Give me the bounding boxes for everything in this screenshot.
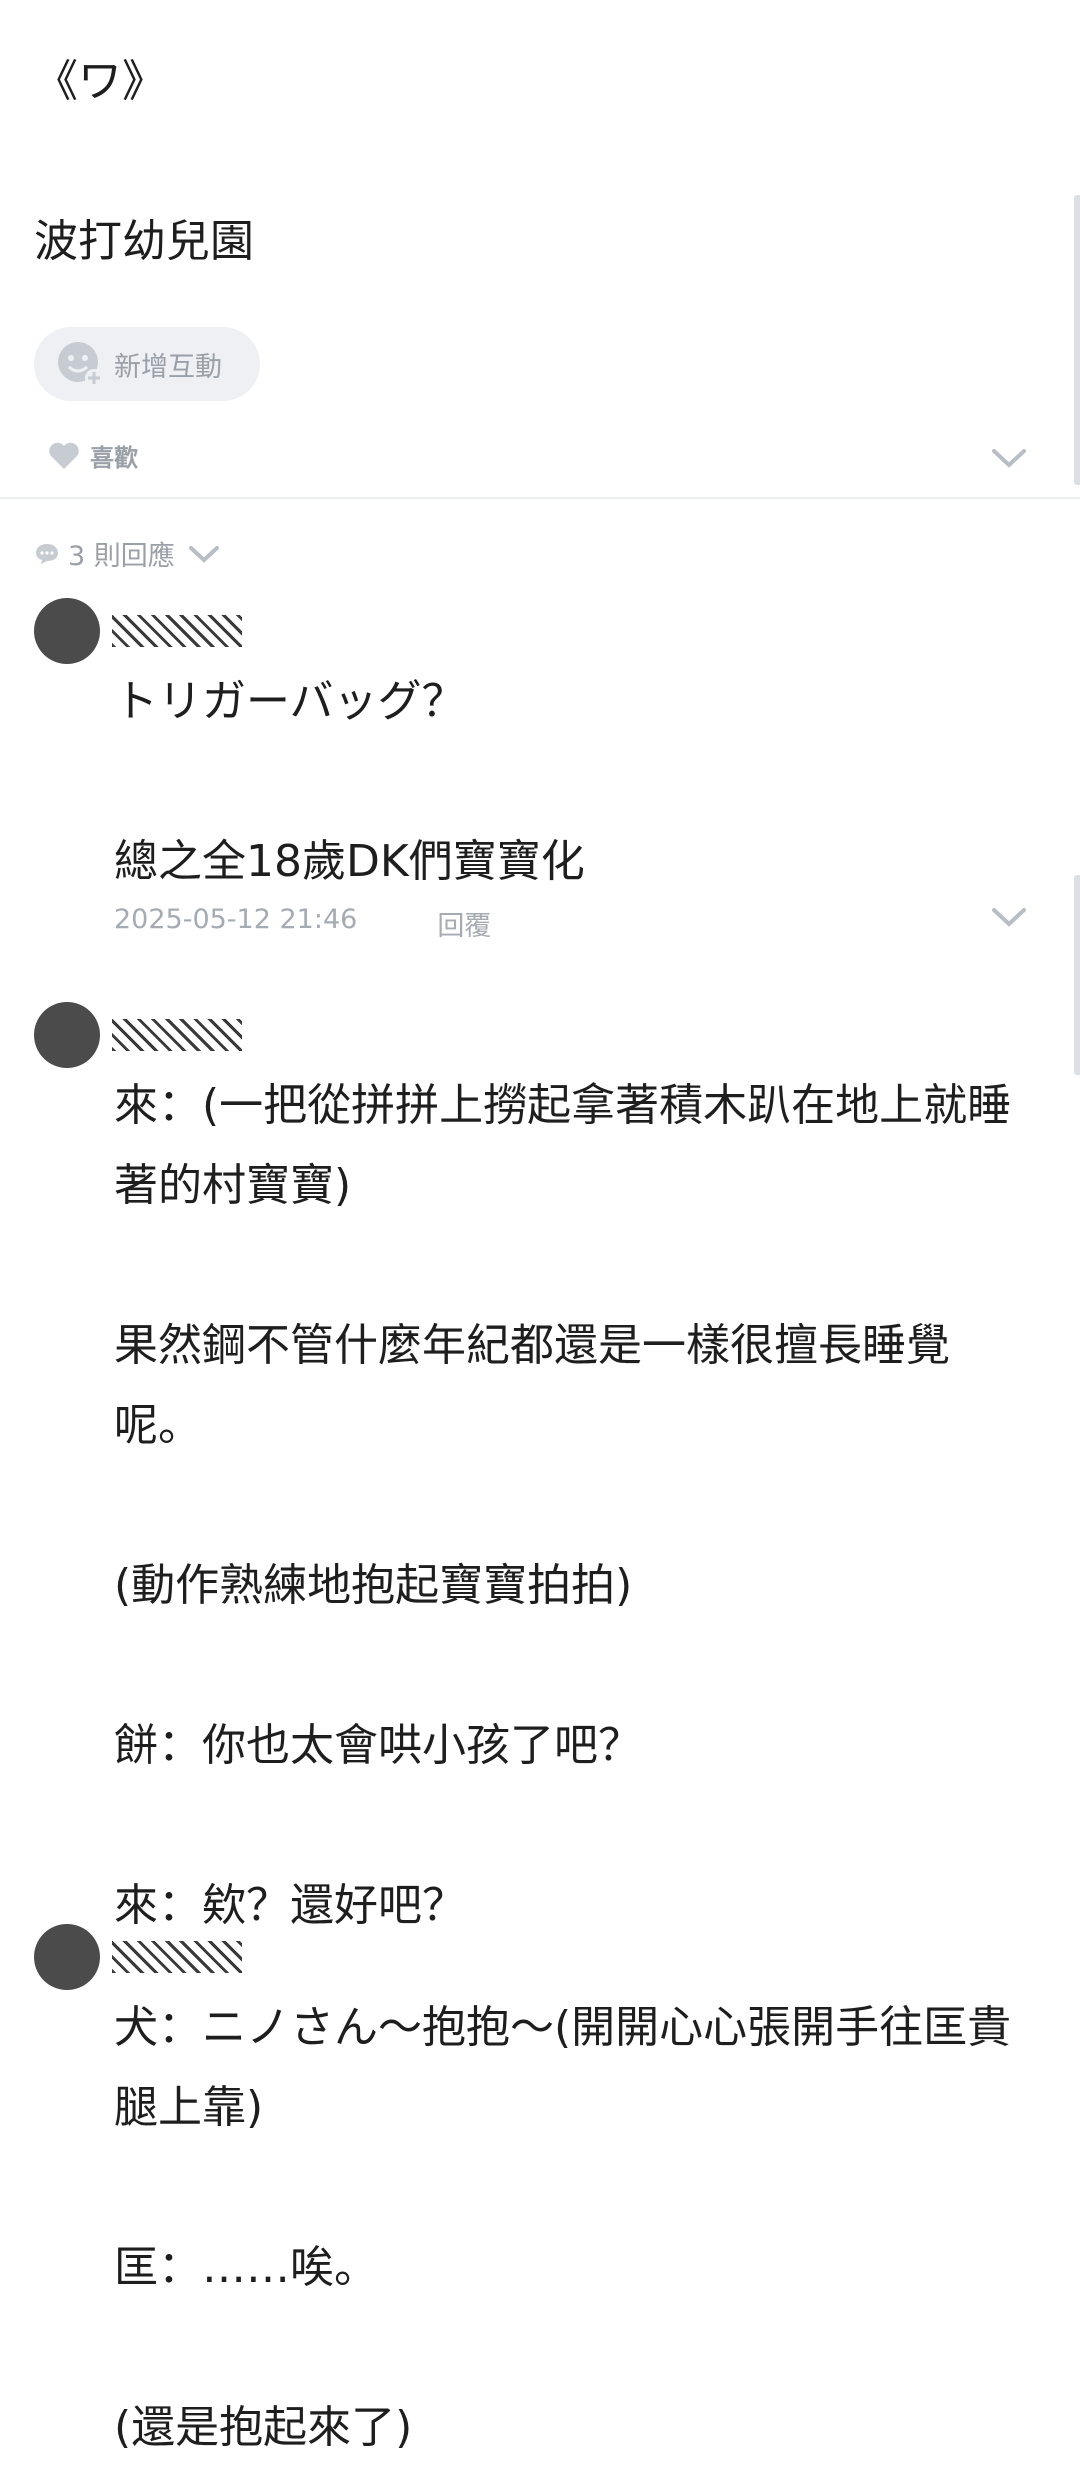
smiley-add-icon (58, 342, 103, 387)
avatar[interactable] (34, 1002, 100, 1068)
scroll-indicator[interactable] (1074, 875, 1080, 1075)
commenter-name[interactable] (112, 1941, 242, 1973)
comment-body: 來：(一把從拼拼上撈起拿著積木趴在地上就睡著的村寶寶) 果然鋼不管什麼年紀都還是… (114, 1080, 1012, 1931)
chevron-down-icon (188, 545, 219, 563)
add-reaction-label: 新增互動 (114, 351, 222, 383)
scroll-edge-top (1074, 195, 1080, 485)
post-subtitle: 波打幼兒園 (34, 216, 254, 267)
comment-meta: 2025-05-12 21:46 回覆 (114, 904, 491, 943)
like-button[interactable]: 喜歡 (48, 438, 138, 473)
divider (0, 497, 1080, 499)
add-reaction-button[interactable]: 新增互動 (34, 327, 260, 401)
post-title: 《ワ》 (34, 56, 166, 107)
comment-count: 3 則回應 (68, 541, 175, 572)
avatar[interactable] (34, 598, 100, 664)
avatar[interactable] (34, 1924, 100, 1990)
chevron-down-icon[interactable] (990, 446, 1028, 470)
reply-button[interactable]: 回覆 (437, 904, 491, 943)
commenter-name[interactable] (112, 1019, 242, 1051)
heart-icon (49, 442, 79, 469)
comments-toggle[interactable]: 3 則回應 (34, 534, 221, 573)
chevron-down-icon[interactable] (990, 905, 1028, 929)
comment-timestamp: 2025-05-12 21:46 (114, 904, 358, 935)
comment-bubble-icon (36, 543, 58, 564)
comment-body: 犬：ニノさん～抱抱～(開開心心張開手往匡貴腿上靠) 匡：……唉。 (還是抱起來了… (114, 2002, 1012, 2453)
commenter-name[interactable] (112, 615, 242, 647)
comment-body: トリガーバッグ？ 總之全18歲DK們寶寶化 (114, 676, 585, 887)
like-label: 喜歡 (90, 444, 138, 472)
